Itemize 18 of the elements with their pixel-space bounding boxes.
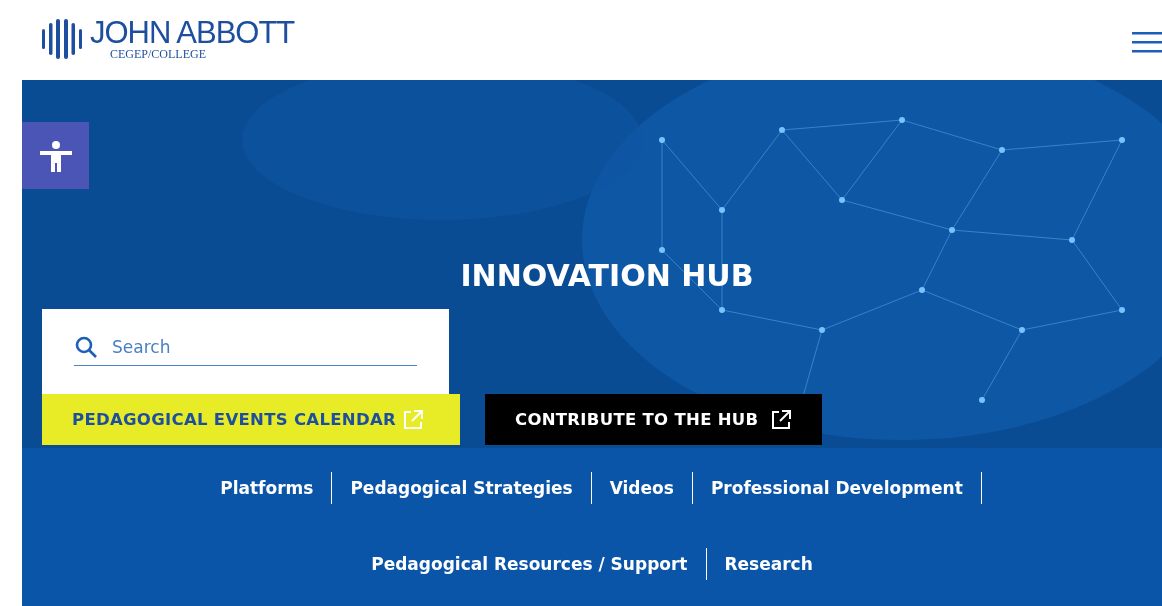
external-link-icon (770, 408, 793, 431)
nav-link[interactable]: Research (706, 548, 831, 580)
logo-name: JOHN ABBOTT (90, 18, 295, 48)
page-title: INNOVATION HUB (459, 258, 755, 294)
logo-icon (40, 17, 84, 61)
nav-link[interactable]: Pedagogical Strategies (332, 472, 592, 504)
link-button[interactable]: PEDAGOGICAL EVENTS CALENDAR (42, 394, 460, 445)
nav-link[interactable]: Platforms (202, 472, 333, 504)
nav-link[interactable]: Professional Development (692, 472, 982, 504)
nav-link[interactable]: Videos (591, 472, 693, 504)
logo-subtitle: CEGEP/COLLEGE (110, 48, 207, 60)
search-icon (74, 335, 98, 359)
nav-link[interactable]: Pedagogical Resources / Support (353, 548, 707, 580)
external-link-icon (401, 408, 424, 431)
link-button[interactable]: CONTRIBUTE TO THE HUB (484, 394, 823, 445)
menu-icon[interactable] (1132, 30, 1162, 54)
search-field[interactable]: Search (112, 337, 417, 357)
accessibility-button[interactable] (22, 122, 89, 189)
